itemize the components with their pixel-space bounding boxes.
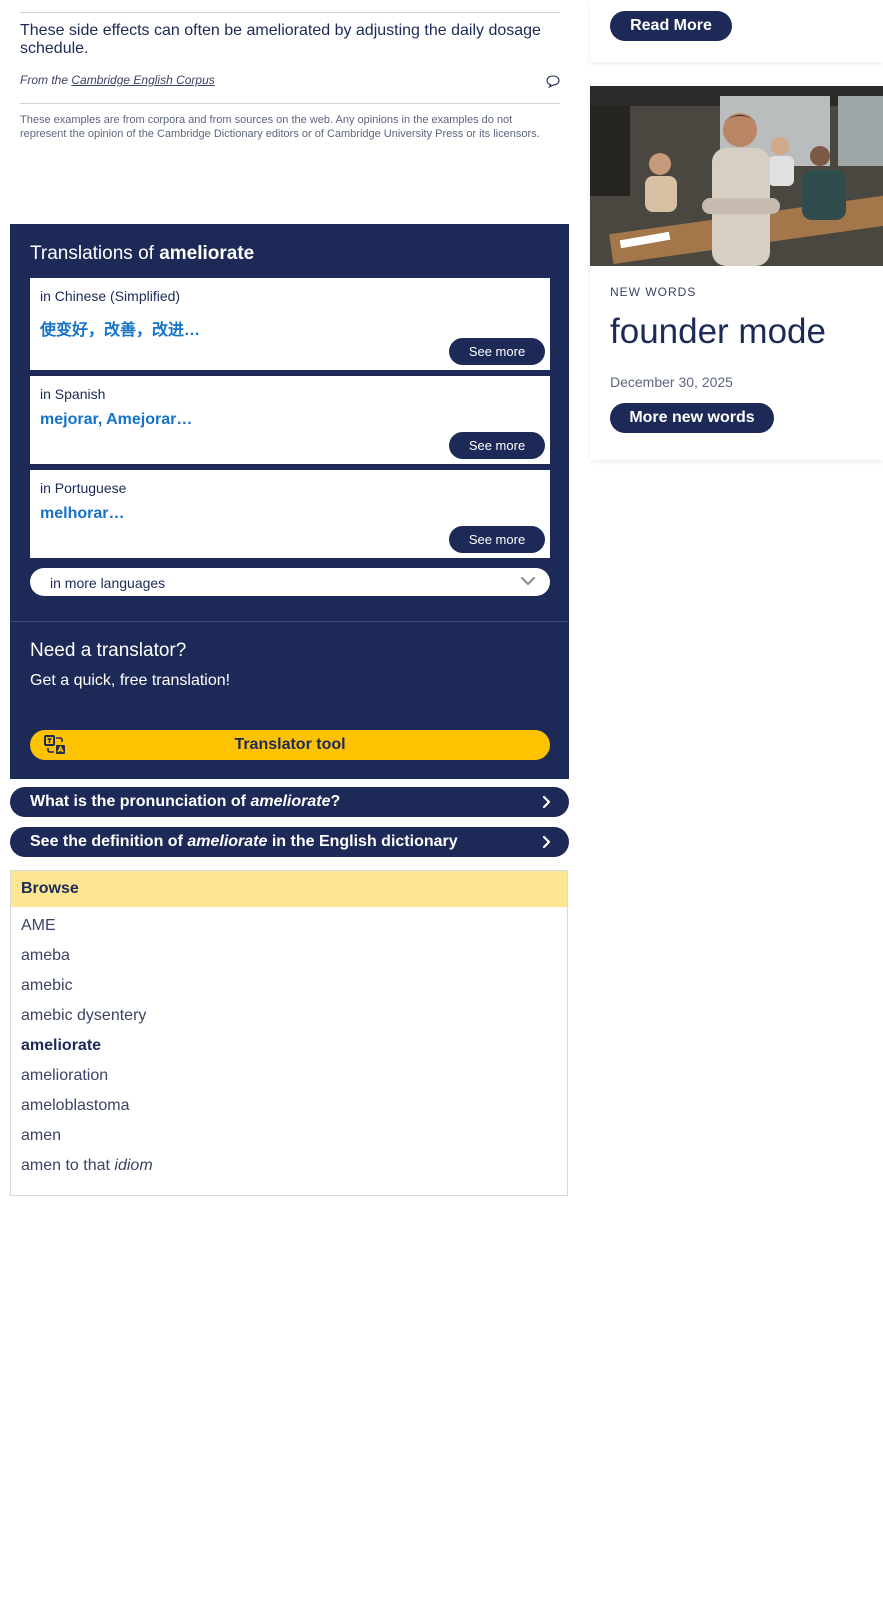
new-words-card: NEW WORDS founder mode December 30, 2025… (590, 86, 883, 460)
browse-item[interactable]: amelioration (21, 1067, 153, 1097)
definition-link[interactable]: See the definition of ameliorate in the … (10, 827, 569, 857)
browse-item[interactable]: amen to that idiom (21, 1157, 153, 1187)
see-more-button[interactable]: See more (449, 526, 545, 553)
examples-disclaimer: These examples are from corpora and from… (20, 114, 540, 140)
need-translator-title: Need a translator? (30, 640, 187, 661)
more-languages-dropdown[interactable]: in more languages (30, 568, 550, 596)
browse-panel: Browse AME ameba amebic amebic dysentery… (10, 870, 568, 1196)
translation-value[interactable]: 使变好，改善，改进… (40, 316, 200, 340)
need-translator-subtitle: Get a quick, free translation! (30, 672, 231, 689)
see-more-button[interactable]: See more (449, 338, 545, 365)
chevron-down-icon (520, 576, 536, 586)
sidebar-card-top: Read More (590, 0, 883, 62)
new-words-date: December 30, 2025 (610, 374, 733, 390)
browse-header: Browse (11, 871, 567, 907)
browse-list: AME ameba amebic amebic dysentery amelio… (21, 917, 153, 1187)
definition-link-label: See the definition of ameliorate in the … (30, 833, 458, 850)
pronunciation-link-label: What is the pronunciation of ameliorate? (30, 793, 341, 810)
browse-item[interactable]: ameloblastoma (21, 1097, 153, 1127)
divider (20, 12, 560, 13)
translator-tool-label: Translator tool (234, 736, 346, 753)
office-photo (590, 86, 883, 266)
example-source: From the Cambridge English Corpus (20, 73, 215, 87)
translation-language: in Chinese (Simplified) (40, 288, 181, 304)
translation-language: in Portuguese (40, 480, 127, 496)
translation-card-chinese: in Chinese (Simplified) 使变好，改善，改进… See m… (30, 278, 550, 370)
browse-item[interactable]: amen (21, 1127, 153, 1157)
translation-value[interactable]: mejorar, Amejorar… (40, 411, 192, 429)
read-more-button[interactable]: Read More (610, 11, 732, 41)
translations-title: Translations of ameliorate (30, 243, 255, 264)
more-new-words-button[interactable]: More new words (610, 403, 774, 433)
more-languages-label: in more languages (50, 575, 166, 591)
comment-icon[interactable] (546, 75, 560, 88)
browse-title: Browse (21, 880, 79, 897)
translation-card-spanish: in Spanish mejorar, Amejorar… See more (30, 376, 550, 464)
source-prefix: From the (20, 73, 69, 87)
divider (20, 103, 560, 104)
browse-item-current: ameliorate (21, 1037, 102, 1054)
new-words-photo (590, 86, 883, 266)
source-link[interactable]: Cambridge English Corpus (71, 73, 214, 87)
translator-tool-button[interactable]: Translator tool (30, 730, 550, 760)
translation-card-portuguese: in Portuguese melhorar… See more (30, 470, 550, 558)
new-words-headline[interactable]: founder mode (610, 312, 826, 352)
chevron-right-icon (542, 835, 551, 849)
example-sentence: These side effects can often be ameliora… (20, 22, 541, 57)
see-more-button[interactable]: See more (449, 432, 545, 459)
pronunciation-link[interactable]: What is the pronunciation of ameliorate? (10, 787, 569, 817)
new-words-kicker: NEW WORDS (610, 285, 697, 299)
browse-item[interactable]: AME (21, 917, 153, 947)
browse-item[interactable]: amebic (21, 977, 153, 1007)
browse-item[interactable]: amebic dysentery (21, 1007, 153, 1037)
chevron-right-icon (542, 795, 551, 809)
translation-language: in Spanish (40, 386, 106, 402)
translations-word: ameliorate (159, 243, 255, 264)
browse-item-label: idiom (114, 1157, 153, 1174)
browse-item[interactable]: ameba (21, 947, 153, 977)
translation-value[interactable]: melhorar… (40, 505, 124, 523)
panel-divider (10, 621, 569, 622)
